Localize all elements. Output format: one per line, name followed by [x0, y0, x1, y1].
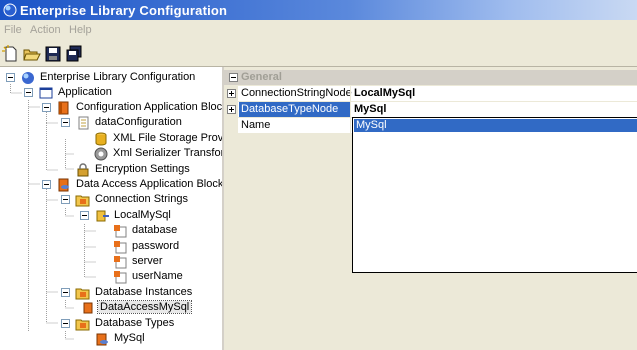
- tree-node-label: Database Instances: [95, 286, 193, 298]
- tree-node-label: userName: [132, 270, 183, 282]
- property-name: ConnectionStringNode: [241, 87, 352, 99]
- property-value[interactable]: MySql: [352, 102, 386, 117]
- open-icon[interactable]: [22, 44, 42, 64]
- category-general[interactable]: General: [224, 70, 637, 85]
- tree-node-label: database: [132, 224, 178, 236]
- database-type-icon: [96, 333, 108, 346]
- column-divider: [350, 102, 351, 117]
- save-all-icon[interactable]: [64, 44, 84, 64]
- tree-node-label: LocalMySql: [114, 209, 171, 221]
- tree-node-label: Encryption Settings: [95, 163, 190, 175]
- collapse-toggle[interactable]: [6, 73, 15, 82]
- expand-toggle[interactable]: [227, 105, 236, 114]
- parameter-icon: [114, 271, 127, 284]
- window-title: Enterprise Library Configuration: [20, 3, 228, 18]
- title-bar: Enterprise Library Configuration: [0, 0, 637, 20]
- category-label: General: [241, 71, 282, 83]
- tree-node-label: Enterprise Library Configuration: [40, 71, 196, 83]
- tree-node-label: Connection Strings: [95, 193, 188, 205]
- tree-node-label: Data Access Application Block: [76, 178, 224, 190]
- collapse-toggle[interactable]: [61, 288, 70, 297]
- document-icon: [78, 116, 89, 130]
- tree-node-label: Configuration Application Block: [76, 101, 224, 113]
- folder-icon: [75, 195, 90, 207]
- property-name: Name: [241, 119, 271, 131]
- tree-node-label: Xml Serializer Transform: [113, 147, 224, 159]
- collapse-toggle[interactable]: [229, 73, 238, 82]
- parameter-icon: [114, 225, 127, 238]
- property-name-selected: DatabaseTypeNode: [239, 102, 350, 117]
- save-icon[interactable]: [43, 44, 63, 64]
- tree-node-label: XML File Storage Provid: [113, 132, 224, 144]
- database-type-dropdown[interactable]: MySql: [352, 117, 637, 273]
- lock-icon: [77, 163, 89, 177]
- folder-icon: [75, 288, 90, 300]
- app-icon: [3, 3, 17, 17]
- column-divider: [350, 86, 351, 101]
- parameter-icon: [114, 256, 127, 269]
- tree-node-label-selected: DataAccessMySql: [96, 300, 193, 314]
- property-row-databasetypenode[interactable]: DatabaseTypeNode MySql: [224, 102, 637, 118]
- folder-icon: [75, 319, 90, 331]
- tree-node-label: dataConfiguration: [95, 116, 182, 128]
- tree-node-label: password: [132, 240, 180, 252]
- storage-icon: [95, 132, 107, 146]
- globe-icon: [22, 72, 34, 84]
- property-grid: General ConnectionStringNode LocalMySql …: [224, 67, 637, 350]
- config-tree[interactable]: Enterprise Library Configuration Applica…: [0, 67, 224, 350]
- tree-node-label: MySql: [114, 332, 145, 344]
- menu-help[interactable]: Help: [69, 24, 92, 36]
- tree-node-label: Application: [58, 86, 112, 98]
- collapse-toggle[interactable]: [61, 195, 70, 204]
- row-gutter: [224, 118, 238, 133]
- menu-action[interactable]: Action: [30, 24, 61, 36]
- block-icon: [58, 101, 69, 115]
- collapse-toggle[interactable]: [61, 319, 70, 328]
- instance-icon: [83, 302, 93, 314]
- new-icon[interactable]: [1, 44, 21, 64]
- collapse-toggle[interactable]: [42, 103, 51, 112]
- window-icon: [39, 87, 53, 99]
- collapse-toggle[interactable]: [80, 211, 89, 220]
- collapse-toggle[interactable]: [42, 180, 51, 189]
- toolbar: [0, 42, 637, 67]
- collapse-toggle[interactable]: [61, 118, 70, 127]
- property-value[interactable]: LocalMySql: [352, 86, 415, 101]
- parameter-icon: [114, 241, 127, 254]
- database-block-icon: [58, 178, 69, 192]
- dropdown-option-selected[interactable]: MySql: [354, 119, 637, 132]
- menu-bar: File Action Help: [0, 21, 637, 39]
- expand-toggle[interactable]: [227, 89, 236, 98]
- connection-icon: [96, 210, 109, 222]
- property-row-connectionstringnode[interactable]: ConnectionStringNode LocalMySql: [224, 86, 637, 102]
- collapse-toggle[interactable]: [24, 88, 33, 97]
- menu-file[interactable]: File: [4, 24, 22, 36]
- column-divider: [350, 118, 351, 133]
- gear-icon: [94, 147, 108, 161]
- tree-node-label: server: [132, 255, 163, 267]
- tree-node-label: Database Types: [95, 317, 175, 329]
